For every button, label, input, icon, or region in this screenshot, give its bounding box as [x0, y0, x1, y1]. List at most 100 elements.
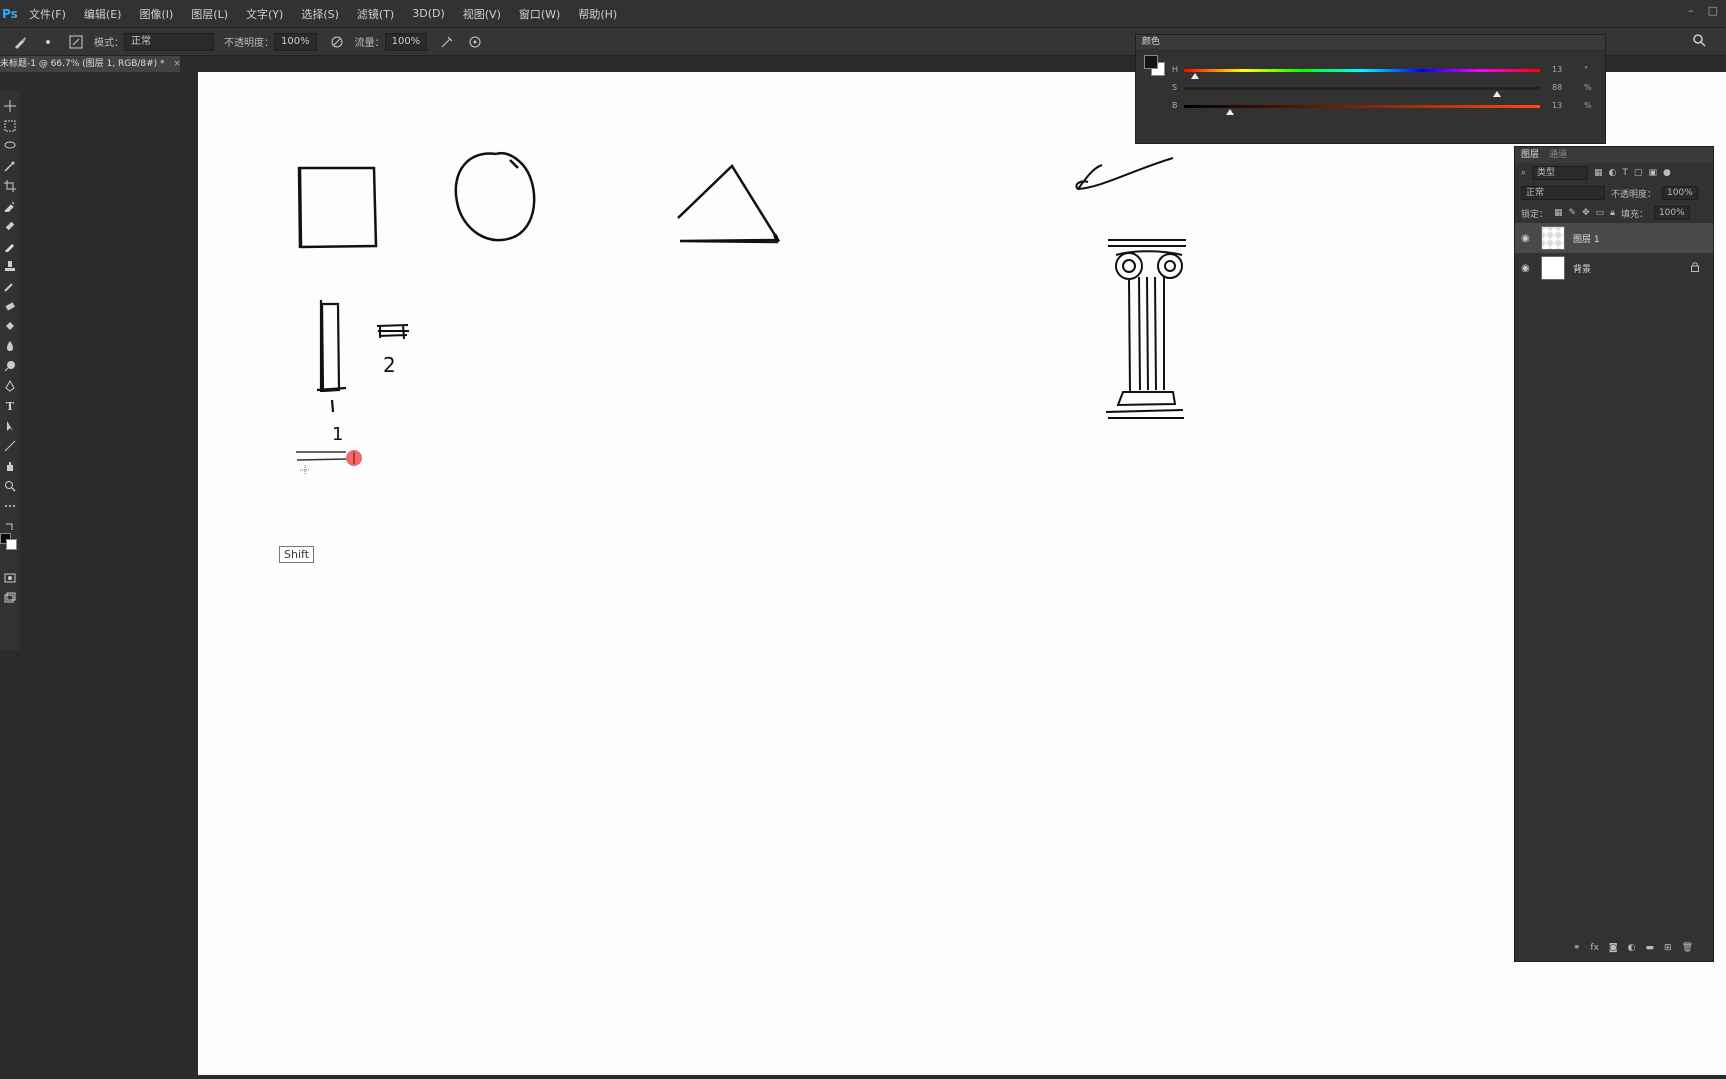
clone-stamp-tool-icon[interactable]: [2, 256, 18, 276]
layer-opacity-input[interactable]: 100%: [1662, 186, 1698, 200]
visibility-eye-icon[interactable]: ◉: [1521, 263, 1533, 274]
menu-image[interactable]: 图像(I): [130, 6, 182, 22]
filter-adjustment-icon[interactable]: ◐: [1609, 168, 1617, 178]
screen-mode-icon[interactable]: [2, 588, 18, 608]
filter-shape-icon[interactable]: ▢: [1634, 168, 1643, 178]
move-tool-icon[interactable]: [2, 96, 18, 116]
tab-layers[interactable]: 图层: [1521, 147, 1539, 163]
lock-all-icon[interactable]: 🔒︎: [1610, 208, 1615, 218]
brush-panel-icon[interactable]: [68, 34, 84, 50]
maximize-button[interactable]: □: [1708, 4, 1718, 17]
menu-filter[interactable]: 滤镜(T): [348, 6, 403, 22]
close-document-icon[interactable]: ×: [173, 59, 180, 69]
brightness-slider-row: B 13 %: [1172, 101, 1602, 115]
lock-pixels-icon[interactable]: ✎: [1569, 208, 1577, 218]
sketch-drawing: 2: [296, 151, 1186, 475]
brightness-track[interactable]: [1184, 105, 1540, 108]
visibility-eye-icon[interactable]: ◉: [1521, 233, 1533, 244]
panel-foreground-swatch[interactable]: [1144, 55, 1158, 69]
new-layer-icon[interactable]: ⊞: [1664, 943, 1672, 953]
menu-edit[interactable]: 编辑(E): [75, 6, 131, 22]
line-tool-icon[interactable]: [2, 436, 18, 456]
layer-name[interactable]: 图层 1: [1573, 232, 1713, 245]
menu-3d[interactable]: 3D(D): [403, 7, 454, 20]
filter-toggle-icon[interactable]: ●: [1663, 168, 1671, 178]
history-brush-tool-icon[interactable]: [2, 276, 18, 296]
menu-help[interactable]: 帮助(H): [569, 6, 626, 22]
menu-type[interactable]: 文字(Y): [237, 6, 292, 22]
filter-pixel-icon[interactable]: ▦: [1594, 168, 1603, 178]
saturation-value[interactable]: 88: [1552, 83, 1562, 92]
layer-filter-select[interactable]: 类型: [1532, 166, 1589, 180]
link-layers-icon[interactable]: ⚭: [1573, 943, 1581, 953]
menu-file[interactable]: 文件(F): [20, 6, 75, 22]
lock-transparent-icon[interactable]: ▦: [1554, 208, 1563, 218]
new-group-folder-icon[interactable]: ▬: [1646, 943, 1655, 953]
more-tools-icon[interactable]: [2, 496, 18, 516]
delete-layer-trash-icon[interactable]: 🗑︎: [1682, 943, 1693, 953]
quick-mask-icon[interactable]: [2, 568, 18, 588]
brush-tool-icon[interactable]: [12, 34, 28, 50]
blend-mode-select[interactable]: 正常: [1521, 186, 1605, 200]
mode-select[interactable]: 正常: [124, 32, 214, 51]
eraser-tool-icon[interactable]: [2, 296, 18, 316]
document-tab[interactable]: 未标题-1 @ 66.7% (图层 1, RGB/8#) * ×: [0, 56, 180, 72]
layer-row-background[interactable]: ◉ 背景: [1515, 253, 1713, 283]
filter-type-icon[interactable]: T: [1622, 168, 1628, 178]
mode-label: 模式：: [94, 38, 124, 49]
brush-preset-icon[interactable]: [40, 34, 56, 50]
layer-style-fx-icon[interactable]: fx: [1590, 943, 1599, 953]
hue-value[interactable]: 13: [1552, 65, 1562, 74]
menu-window[interactable]: 窗口(W): [510, 6, 569, 22]
adjustment-layer-icon[interactable]: ◐: [1628, 943, 1636, 953]
layers-panel: 图层 通道 ⌕ 类型 ▦ ◐ T ▢ ▣ ● 正常 不透明度： 100% 锁定：…: [1514, 146, 1714, 962]
menu-view[interactable]: 视图(V): [454, 6, 510, 22]
eyedropper-tool-icon[interactable]: [2, 196, 18, 216]
sketch-column: [1105, 239, 1186, 419]
flow-input[interactable]: 100%: [384, 32, 428, 51]
saturation-thumb[interactable]: [1493, 91, 1501, 97]
magic-wand-tool-icon[interactable]: [2, 156, 18, 176]
add-mask-icon[interactable]: ◙: [1609, 943, 1618, 953]
menu-select[interactable]: 选择(S): [292, 6, 348, 22]
fill-input[interactable]: 100%: [1653, 206, 1690, 220]
crop-tool-icon[interactable]: [2, 176, 18, 196]
hand-tool-icon[interactable]: [2, 456, 18, 476]
marquee-tool-icon[interactable]: [2, 116, 18, 136]
airbrush-icon[interactable]: [439, 34, 455, 50]
pressure-opacity-icon[interactable]: [329, 34, 345, 50]
brightness-value[interactable]: 13: [1552, 101, 1562, 110]
dodge-tool-icon[interactable]: [2, 356, 18, 376]
lock-artboard-icon[interactable]: ▭: [1596, 208, 1605, 218]
pressure-size-icon[interactable]: [467, 34, 483, 50]
paint-bucket-tool-icon[interactable]: [2, 316, 18, 336]
minimize-button[interactable]: –: [1688, 4, 1694, 17]
brush-tool-icon[interactable]: [2, 236, 18, 256]
tools-panel: T: [0, 90, 20, 650]
layer-name[interactable]: 背景: [1573, 262, 1683, 275]
document-canvas[interactable]: 2 1 Shift: [198, 72, 1726, 1075]
tab-channels[interactable]: 通道: [1549, 147, 1567, 163]
path-selection-tool-icon[interactable]: [2, 416, 18, 436]
filter-smart-object-icon[interactable]: ▣: [1648, 168, 1657, 178]
brightness-thumb[interactable]: [1226, 109, 1234, 115]
type-tool-icon[interactable]: T: [2, 396, 18, 416]
menu-layer[interactable]: 图层(L): [182, 6, 237, 22]
layer-lock-icon[interactable]: [1691, 261, 1699, 275]
opacity-input[interactable]: 100%: [274, 32, 317, 51]
background-color-swatch[interactable]: [6, 539, 17, 550]
pen-tool-icon[interactable]: [2, 376, 18, 396]
saturation-track[interactable]: [1184, 87, 1540, 90]
blur-tool-icon[interactable]: [2, 336, 18, 356]
layer-opacity-label: 不透明度：: [1611, 189, 1657, 200]
zoom-tool-icon[interactable]: [2, 476, 18, 496]
lasso-tool-icon[interactable]: [2, 136, 18, 156]
sketch-number-1: 1: [332, 424, 344, 445]
hue-track[interactable]: [1184, 69, 1540, 72]
layer-row-layer1[interactable]: ◉ 图层 1: [1515, 223, 1713, 253]
search-icon[interactable]: [1692, 33, 1706, 50]
healing-brush-tool-icon[interactable]: [2, 216, 18, 236]
lock-position-icon[interactable]: ✥: [1582, 208, 1590, 218]
hue-thumb[interactable]: [1191, 73, 1199, 79]
sketch-triangle: [677, 164, 781, 244]
